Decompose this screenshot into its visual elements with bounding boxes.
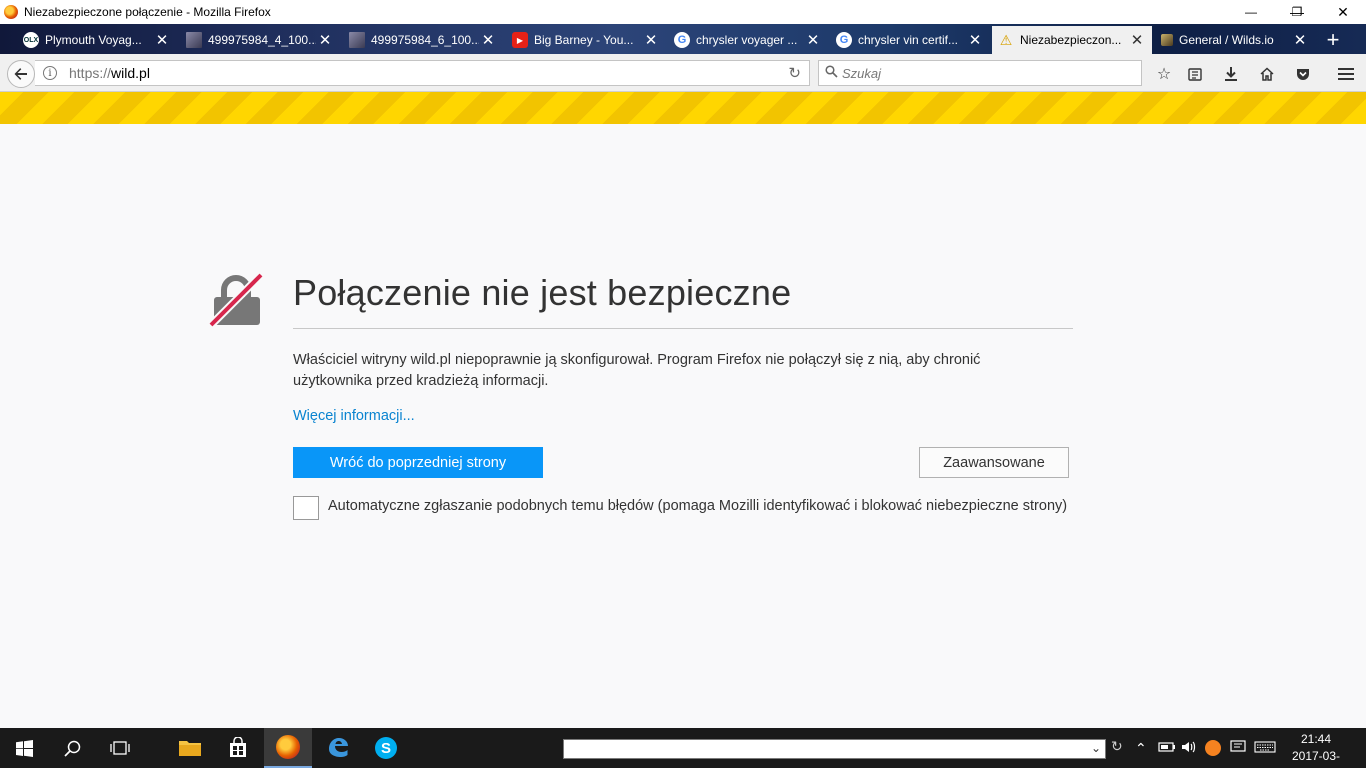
search-taskbar-button[interactable] (48, 728, 96, 768)
tab-4[interactable]: ▶ Big Barney - You... ✕ (506, 26, 666, 54)
taskbar-store[interactable] (214, 728, 262, 768)
clock-date: 2017-03-31 (1291, 749, 1341, 768)
tab-close-icon[interactable]: ✕ (479, 31, 497, 49)
home-icon[interactable] (1255, 62, 1279, 86)
search-bar[interactable] (818, 60, 1142, 86)
skype-icon: S (375, 737, 397, 759)
tab-close-icon[interactable]: ✕ (642, 31, 660, 49)
reading-list-icon[interactable] (1183, 62, 1207, 86)
store-bag-icon (230, 737, 246, 757)
google-icon: G (674, 32, 690, 48)
image-thumbnail-icon (349, 32, 365, 48)
firefox-logo-icon (4, 5, 18, 19)
keyboard-icon[interactable] (1254, 740, 1276, 756)
tab-close-icon[interactable]: ✕ (153, 31, 171, 49)
menu-hamburger-icon[interactable] (1334, 62, 1358, 86)
volume-icon[interactable] (1181, 740, 1197, 757)
google-icon: G (836, 32, 852, 48)
search-input[interactable] (842, 65, 1132, 81)
broken-lock-icon (208, 272, 264, 328)
taskbar-skype[interactable]: S (362, 728, 410, 768)
window-titlebar: Niezabezpieczone połączenie - Mozilla Fi… (0, 0, 1366, 24)
tab-close-icon[interactable]: ✕ (804, 31, 822, 49)
avast-icon[interactable] (1205, 740, 1221, 756)
windows-taskbar: S ⌄ ↻ ⌃ 21:44 2017-03-31 (0, 728, 1366, 768)
more-info-link[interactable]: Więcej informacji... (293, 408, 415, 424)
start-button[interactable] (0, 728, 48, 768)
taskbar-edge[interactable] (314, 728, 362, 768)
url-text[interactable]: https://wild.pl (69, 65, 150, 81)
new-tab-button[interactable]: + (1318, 26, 1348, 54)
task-view-button[interactable] (96, 728, 144, 768)
clock-time: 21:44 (1300, 732, 1332, 746)
firefox-logo-icon (276, 735, 300, 759)
folder-icon (179, 741, 201, 756)
edge-icon (329, 738, 348, 757)
taskbar-file-explorer[interactable] (166, 728, 214, 768)
tab-label: Big Barney - You... (534, 33, 634, 47)
taskbar-address-refresh-icon[interactable]: ↻ (1111, 738, 1129, 758)
windows-logo-icon (15, 739, 33, 757)
taskbar-firefox[interactable] (264, 728, 312, 768)
tab-label: chrysler voyager ... (696, 33, 798, 47)
wilds-icon (1161, 34, 1173, 46)
tab-3[interactable]: 499975984_6_100... ✕ (343, 26, 503, 54)
tab-label: 499975984_4_100... (208, 33, 316, 47)
close-window-button[interactable]: ✕ (1320, 0, 1366, 24)
chevron-down-icon[interactable]: ⌄ (1091, 741, 1101, 755)
back-arrow-icon (14, 68, 27, 80)
search-icon (63, 740, 80, 757)
tab-7[interactable]: ⚠ Niezabezpieczon... ✕ (992, 26, 1152, 54)
back-button[interactable] (7, 60, 35, 88)
bookmark-star-icon[interactable]: ☆ (1152, 62, 1176, 86)
restore-button[interactable]: ❐ (1274, 0, 1320, 24)
page-title: Połączenie nie jest bezpieczne (293, 272, 792, 313)
tab-6[interactable]: Gchrysler vin certif... ✕ (830, 26, 990, 54)
tab-close-icon[interactable]: ✕ (316, 31, 334, 49)
taskbar-address-input[interactable]: ⌄ (563, 739, 1106, 759)
tab-close-icon[interactable]: ✕ (966, 31, 984, 49)
tab-label: 499975984_6_100... (371, 33, 479, 47)
tab-label: General / Wilds.io (1179, 33, 1274, 47)
tray-overflow-chevron-icon[interactable]: ⌃ (1135, 740, 1147, 757)
error-page: Połączenie nie jest bezpieczne Właścicie… (0, 124, 1366, 728)
report-errors-checkbox[interactable] (293, 496, 319, 520)
report-errors-label[interactable]: Automatyczne zgłaszanie podobnych temu b… (328, 495, 1068, 518)
error-description: Właściciel witryny wild.pl niepoprawnie … (293, 352, 981, 389)
minimize-button[interactable]: — (1228, 0, 1274, 24)
go-back-button[interactable]: Wróć do poprzedniej strony (293, 447, 543, 478)
image-thumbnail-icon (186, 32, 202, 48)
tab-strip: OLX Plymouth Voyag... ✕ 499975984_4_100... ✕… (0, 24, 1366, 54)
battery-icon[interactable] (1158, 740, 1176, 756)
tab-8[interactable]: General / Wilds.io ✕ (1155, 26, 1315, 54)
notifications-icon[interactable] (1230, 740, 1246, 757)
youtube-icon: ▶ (512, 32, 528, 48)
search-icon (825, 65, 838, 81)
tab-2[interactable]: 499975984_4_100... ✕ (180, 26, 340, 54)
reload-icon[interactable]: ↻ (788, 64, 801, 82)
url-bar[interactable]: i https://wild.pl ↻ (35, 60, 810, 86)
task-view-icon (110, 741, 130, 755)
tab-label: Plymouth Voyag... (45, 33, 142, 47)
warning-icon: ⚠ (999, 31, 1013, 48)
downloads-icon[interactable] (1219, 62, 1243, 86)
tab-label: chrysler vin certif... (858, 33, 959, 47)
title-divider (293, 328, 1073, 329)
pocket-icon[interactable] (1291, 62, 1315, 86)
warning-stripe (0, 92, 1366, 124)
url-scheme: https:// (69, 65, 112, 81)
tab-close-icon[interactable]: ✕ (1128, 31, 1146, 49)
navigation-bar: i https://wild.pl ↻ ☆ (0, 54, 1366, 92)
window-title: Niezabezpieczone połączenie - Mozilla Fi… (24, 5, 271, 19)
tab-1[interactable]: OLX Plymouth Voyag... ✕ (17, 26, 177, 54)
advanced-button[interactable]: Zaawansowane (919, 447, 1069, 478)
tab-close-icon[interactable]: ✕ (1291, 31, 1309, 49)
taskbar-clock[interactable]: 21:44 2017-03-31 (1288, 731, 1344, 768)
olx-icon: OLX (23, 32, 39, 48)
tab-5[interactable]: Gchrysler voyager ... ✕ (668, 26, 828, 54)
site-info-icon[interactable]: i (43, 66, 57, 80)
url-host: wild.pl (111, 65, 150, 81)
tab-label: Niezabezpieczon... (1020, 33, 1122, 47)
